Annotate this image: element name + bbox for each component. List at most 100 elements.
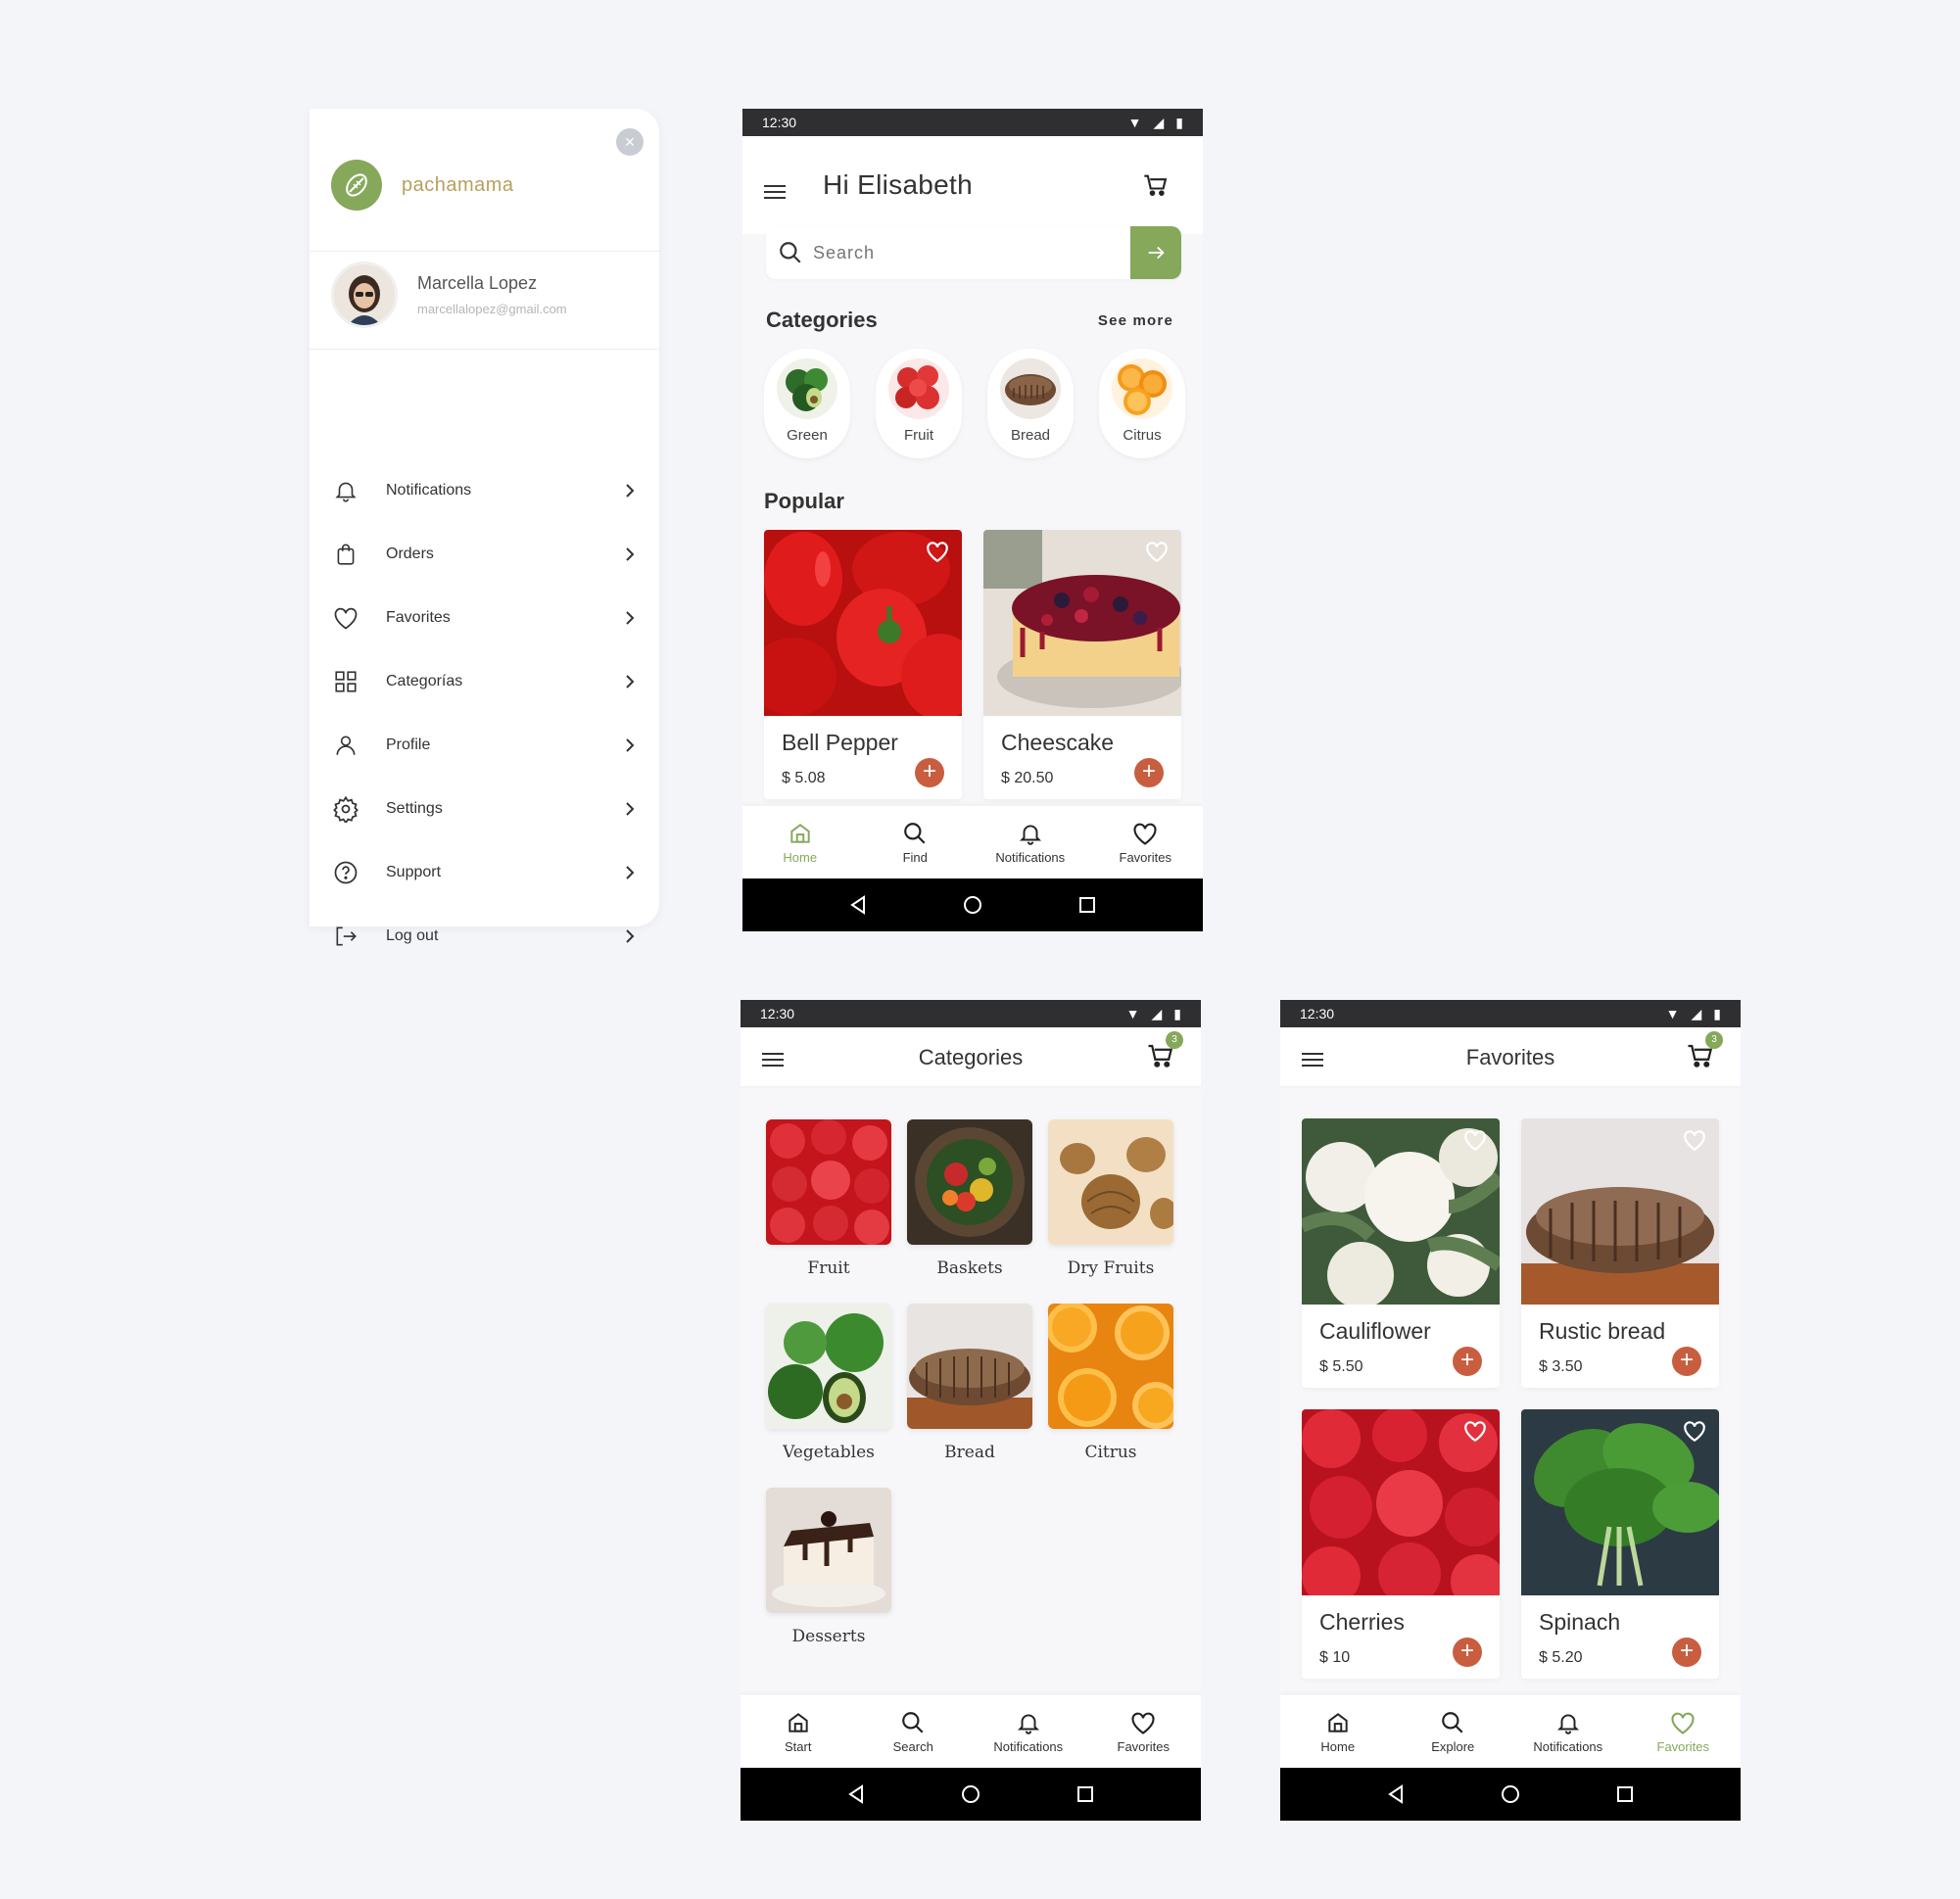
- tab-find[interactable]: Find: [876, 821, 954, 865]
- product-card[interactable]: Cauliflower $ 5.50 +: [1302, 1118, 1500, 1388]
- category-tile[interactable]: Dry Fruits: [1048, 1119, 1173, 1278]
- see-more-link[interactable]: See more: [1098, 312, 1173, 329]
- category-pill-citrus[interactable]: Citrus: [1099, 349, 1185, 458]
- search-icon: [900, 1710, 926, 1735]
- category-tile[interactable]: Desserts: [766, 1488, 891, 1646]
- category-tile[interactable]: Vegetables: [766, 1304, 891, 1462]
- tab-favorites[interactable]: Favorites: [1644, 1710, 1722, 1754]
- product-card[interactable]: Cherries $ 10 +: [1302, 1409, 1500, 1679]
- tab-explore[interactable]: Explore: [1413, 1710, 1492, 1754]
- home-circle-icon[interactable]: [962, 894, 983, 916]
- add-to-cart-button[interactable]: +: [1672, 1638, 1701, 1667]
- cart-icon[interactable]: 3: [1686, 1031, 1723, 1070]
- tab-notifications[interactable]: Notifications: [1529, 1710, 1607, 1754]
- hamburger-menu-icon[interactable]: [764, 183, 788, 201]
- wifi-icon: ▼: [1127, 115, 1142, 130]
- status-time: 12:30: [760, 1006, 795, 1021]
- menu-item-notifications[interactable]: Notifications: [310, 458, 659, 522]
- favorite-heart-icon[interactable]: [1682, 1128, 1707, 1152]
- cauliflower-image: [1302, 1118, 1500, 1305]
- user-name: Marcella Lopez: [417, 273, 538, 293]
- category-pill-fruit[interactable]: Fruit: [876, 349, 962, 458]
- menu-label: Settings: [386, 799, 443, 817]
- add-to-cart-button[interactable]: +: [1453, 1347, 1482, 1376]
- bell-icon: [1555, 1710, 1581, 1735]
- menu-item-favorites[interactable]: Favorites: [310, 586, 659, 649]
- favorite-heart-icon[interactable]: [1462, 1419, 1488, 1443]
- add-to-cart-button[interactable]: +: [915, 758, 944, 787]
- category-tile[interactable]: Bread: [907, 1304, 1032, 1462]
- product-card[interactable]: Cheescake $ 20.50 +: [983, 530, 1181, 799]
- search-submit-button[interactable]: [1130, 226, 1181, 279]
- search-icon: [1440, 1710, 1465, 1735]
- tab-favorites[interactable]: Favorites: [1104, 1710, 1182, 1754]
- search-input[interactable]: [813, 242, 1130, 263]
- help-icon: [331, 858, 360, 887]
- category-label: Fruit: [904, 427, 933, 444]
- tab-favorites[interactable]: Favorites: [1106, 821, 1184, 865]
- cart-icon[interactable]: [1142, 171, 1170, 199]
- add-to-cart-button[interactable]: +: [1672, 1347, 1701, 1376]
- category-pill-green[interactable]: Green: [764, 349, 850, 458]
- menu-label: Support: [386, 863, 442, 880]
- tab-notifications[interactable]: Notifications: [991, 821, 1070, 865]
- favorite-heart-icon[interactable]: [1144, 540, 1170, 563]
- divider: [310, 251, 659, 252]
- bread-image: [1000, 358, 1061, 419]
- recents-icon[interactable]: [1076, 894, 1098, 916]
- recents-icon[interactable]: [1075, 1783, 1096, 1805]
- tab-search[interactable]: Search: [874, 1710, 952, 1754]
- tab-label: Notifications: [993, 1738, 1064, 1754]
- category-tile[interactable]: Baskets: [907, 1119, 1032, 1278]
- favorite-heart-icon[interactable]: [1682, 1419, 1707, 1443]
- favorite-heart-icon[interactable]: [925, 540, 950, 563]
- cart-badge: 3: [1705, 1031, 1723, 1049]
- menu-item-categories[interactable]: Categorías: [310, 649, 659, 713]
- back-icon[interactable]: [847, 894, 869, 916]
- chevron-right-icon: [620, 481, 640, 500]
- add-to-cart-button[interactable]: +: [1453, 1638, 1482, 1667]
- menu-item-support[interactable]: Support: [310, 840, 659, 904]
- divider: [310, 349, 659, 350]
- tab-home[interactable]: Home: [1299, 1710, 1377, 1754]
- back-icon[interactable]: [845, 1783, 867, 1805]
- tab-home[interactable]: Home: [761, 821, 839, 865]
- tab-notifications[interactable]: Notifications: [989, 1710, 1068, 1754]
- citrus-image: [1112, 358, 1172, 419]
- menu-item-settings[interactable]: Settings: [310, 777, 659, 840]
- app-header: Categories 3: [741, 1027, 1201, 1086]
- user-profile[interactable]: Marcella Lopez marcellalopez@gmail.com: [331, 261, 567, 328]
- search-icon: [778, 240, 803, 265]
- bell-icon: [331, 476, 360, 505]
- app-header: Favorites 3: [1280, 1027, 1741, 1086]
- product-card[interactable]: Rustic bread $ 3.50 +: [1521, 1118, 1719, 1388]
- home-circle-icon[interactable]: [1500, 1783, 1521, 1805]
- back-icon[interactable]: [1385, 1783, 1407, 1805]
- category-tile[interactable]: Fruit: [766, 1119, 891, 1278]
- category-label: Green: [787, 427, 828, 444]
- user-email: marcellalopez@gmail.com: [417, 302, 567, 316]
- home-screen: 12:30 ▼ ◢ ▮ Hi Elisabeth Categories See mo…: [742, 109, 1203, 931]
- menu-item-profile[interactable]: Profile: [310, 713, 659, 777]
- tab-start[interactable]: Start: [759, 1710, 837, 1754]
- home-circle-icon[interactable]: [960, 1783, 981, 1805]
- menu-label: Orders: [386, 545, 434, 562]
- product-card[interactable]: Bell Pepper $ 5.08 +: [764, 530, 962, 799]
- category-pill-bread[interactable]: Bread: [987, 349, 1074, 458]
- recents-icon[interactable]: [1614, 1783, 1636, 1805]
- status-time: 12:30: [762, 115, 797, 130]
- product-name: Spinach: [1539, 1609, 1621, 1635]
- category-label: Dry Fruits: [1067, 1258, 1155, 1278]
- close-drawer-button[interactable]: ×: [616, 128, 644, 156]
- heart-icon: [331, 603, 360, 633]
- menu-item-orders[interactable]: Orders: [310, 522, 659, 586]
- add-to-cart-button[interactable]: +: [1134, 758, 1164, 787]
- tab-label: Notifications: [995, 849, 1066, 865]
- page-title: Favorites: [1465, 1045, 1555, 1069]
- menu-item-logout[interactable]: Log out: [310, 904, 659, 968]
- tab-label: Explore: [1431, 1738, 1475, 1754]
- product-card[interactable]: Spinach $ 5.20 +: [1521, 1409, 1719, 1679]
- cart-icon[interactable]: 3: [1146, 1031, 1183, 1070]
- favorite-heart-icon[interactable]: [1462, 1128, 1488, 1152]
- category-tile[interactable]: Citrus: [1048, 1304, 1173, 1462]
